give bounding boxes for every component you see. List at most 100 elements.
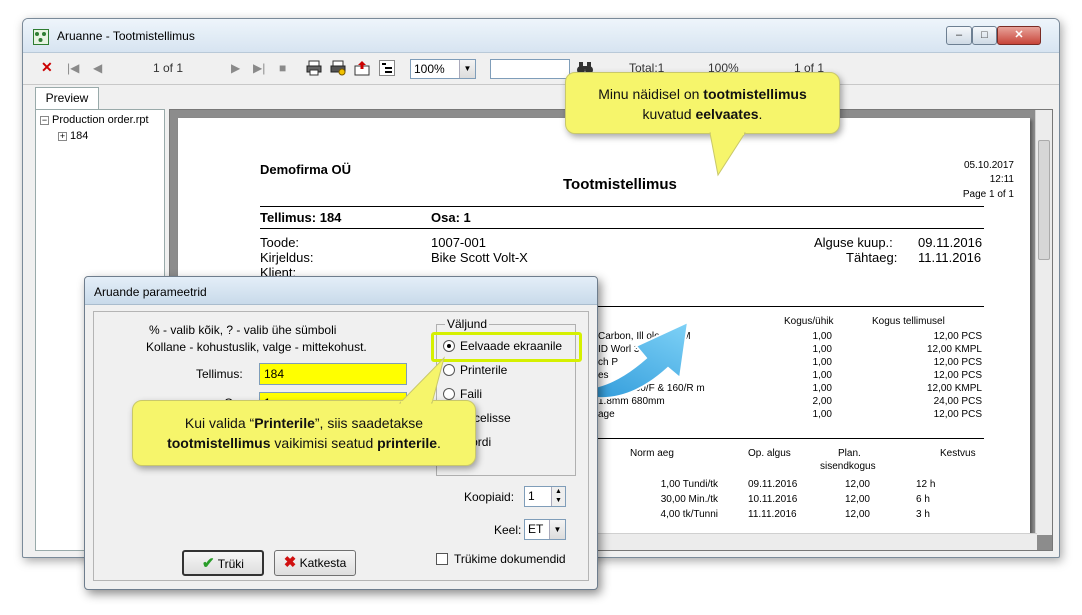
start-date-value: 09.11.2016 <box>918 235 983 250</box>
cancel-button[interactable]: ✖ Katkesta <box>274 550 356 576</box>
stop-loading-icon[interactable]: ■ <box>279 61 286 75</box>
first-page-icon[interactable]: |◀ <box>67 61 79 75</box>
callout-text: ”, siis saadetakse <box>314 415 424 431</box>
printer-setup-icon[interactable] <box>330 60 346 76</box>
last-page-icon[interactable]: ▶| <box>253 61 265 75</box>
radio-label: Printerile <box>460 363 508 377</box>
material-qty-unit: 1,00 <box>812 344 832 355</box>
report-date: 05.10.2017 <box>963 160 1014 171</box>
copies-value: 1 <box>528 489 535 503</box>
tree-item-184[interactable]: +184 <box>58 130 88 142</box>
tab-strip: Preview <box>23 85 1059 109</box>
color-hint: Kollane - kohustuslik, valge - mittekohu… <box>146 340 367 354</box>
col-norm-time: Norm aeg <box>630 448 674 459</box>
order-field-value: 184 <box>264 367 285 381</box>
dialog-title: Aruande parameetrid <box>94 285 207 299</box>
material-qty-unit: 1,00 <box>812 331 832 342</box>
callout-preview-note: Minu näidisel on tootmistellimus kuvatud… <box>565 72 840 134</box>
col-plan: Plan. <box>838 448 861 459</box>
callout-text: . <box>437 435 441 451</box>
tree-item-label: 184 <box>70 130 89 142</box>
callout-tail <box>398 356 445 406</box>
dialog-title-bar[interactable]: Aruande parameetrid <box>85 277 597 305</box>
op-norm-time: 4,00 tk/Tunni <box>660 509 718 520</box>
next-page-icon[interactable]: ▶ <box>231 61 240 75</box>
divider <box>260 228 984 229</box>
op-start-date: 10.11.2016 <box>748 494 798 505</box>
wildcard-hint: % - valib kõik, ? - valib ühe sümboli <box>149 323 337 337</box>
company-name: Demofirma OÜ <box>260 162 352 177</box>
report-page-number: Page 1 of 1 <box>962 189 1014 200</box>
export-icon[interactable] <box>354 60 370 76</box>
col-qty-unit: Kogus/ühik <box>784 316 834 327</box>
part-number: Osa: 1 <box>431 210 471 225</box>
op-start-date: 11.11.2016 <box>748 509 797 520</box>
op-plan-qty: 12,00 <box>844 479 870 490</box>
callout-bold: tootmistellimus <box>167 435 271 451</box>
callout-bold: tootmistellimus <box>703 86 807 102</box>
divider <box>598 438 984 439</box>
op-duration: 3 h <box>916 509 930 520</box>
copies-stepper[interactable]: 1 ▲ ▼ <box>524 486 566 507</box>
collapse-icon[interactable]: − <box>40 115 49 125</box>
col-plan-qty: sisendkogus <box>820 461 876 472</box>
material-qty-order: 12,00 PCS <box>933 409 982 420</box>
op-norm-time: 1,00 Tundi/tk <box>660 479 718 490</box>
col-duration: Kestvus <box>940 448 976 459</box>
material-qty-order: 12,00 PCS <box>933 331 982 342</box>
material-qty-unit: 1,00 <box>812 409 832 420</box>
page-indicator: 1 of 1 <box>153 61 184 75</box>
due-date-label: Tähtaeg: <box>846 250 898 265</box>
print-documents-checkbox[interactable]: Trükime dokumendid <box>436 552 566 566</box>
material-qty-order: 12,00 PCS <box>933 370 982 381</box>
search-input[interactable] <box>490 59 570 79</box>
previous-page-icon[interactable]: ◀ <box>93 61 102 75</box>
spinner-arrows-icon[interactable]: ▲ ▼ <box>551 487 565 506</box>
material-qty-unit: 2,00 <box>812 396 832 407</box>
product-label: Toode: <box>260 235 300 250</box>
callout-text: Minu näidisel on <box>598 86 704 102</box>
divider <box>260 206 984 207</box>
title-bar[interactable]: Aruanne - Tootmistellimus – □ ✕ <box>23 19 1059 53</box>
maximize-button[interactable]: □ <box>972 26 997 45</box>
scroll-thumb[interactable] <box>1038 140 1050 260</box>
callout-text: kuvatud <box>642 106 696 122</box>
checkbox-icon <box>436 553 448 565</box>
vertical-scrollbar[interactable] <box>1035 110 1052 535</box>
col-qty-order: Kogus tellimusel <box>872 316 945 327</box>
stop-icon[interactable]: ✕ <box>41 59 53 76</box>
order-number: Tellimus: 184 <box>260 210 342 225</box>
order-field[interactable]: 184 <box>259 363 407 385</box>
close-button[interactable]: ✕ <box>997 26 1041 45</box>
product-value: 1007-001 <box>431 235 486 250</box>
material-qty-order: 12,00 KMPL <box>926 344 982 355</box>
callout-bold: Printerile <box>254 415 315 431</box>
zoom-value: 100% <box>414 62 445 76</box>
due-date-value: 11.11.2016 <box>918 250 982 265</box>
callout-bold: eelvaates <box>695 106 759 122</box>
chevron-down-icon[interactable]: ▼ <box>549 520 565 539</box>
minimize-button[interactable]: – <box>946 26 972 45</box>
chevron-down-icon[interactable]: ▼ <box>459 60 475 78</box>
print-button[interactable]: ✔ Trüki <box>182 550 264 576</box>
tree-item-label: Production order.rpt <box>52 114 149 126</box>
material-qty-order: 12,00 KMPL <box>926 383 982 394</box>
report-title: Tootmistellimus <box>563 176 677 193</box>
material-qty-unit: 1,00 <box>812 357 832 368</box>
print-button-label: Trüki <box>217 557 244 571</box>
op-duration: 12 h <box>916 479 936 490</box>
print-icon[interactable] <box>306 60 322 76</box>
material-qty-order: 24,00 PCS <box>933 396 982 407</box>
radio-label: Faili <box>460 387 483 401</box>
description-label: Kirjeldus: <box>260 250 314 265</box>
col-op-start: Op. algus <box>748 448 791 459</box>
material-qty-unit: 1,00 <box>812 383 832 394</box>
tree-item-root[interactable]: − Production order.rpt <box>40 114 149 126</box>
zoom-select[interactable]: 100% ▼ <box>410 59 476 79</box>
op-plan-qty: 12,00 <box>844 509 870 520</box>
group-tree-icon[interactable] <box>379 60 395 76</box>
tab-preview[interactable]: Preview <box>35 87 99 109</box>
language-select[interactable]: ET ▼ <box>524 519 566 540</box>
start-date-label: Alguse kuup.: <box>814 235 893 250</box>
expand-icon[interactable]: + <box>58 131 67 141</box>
